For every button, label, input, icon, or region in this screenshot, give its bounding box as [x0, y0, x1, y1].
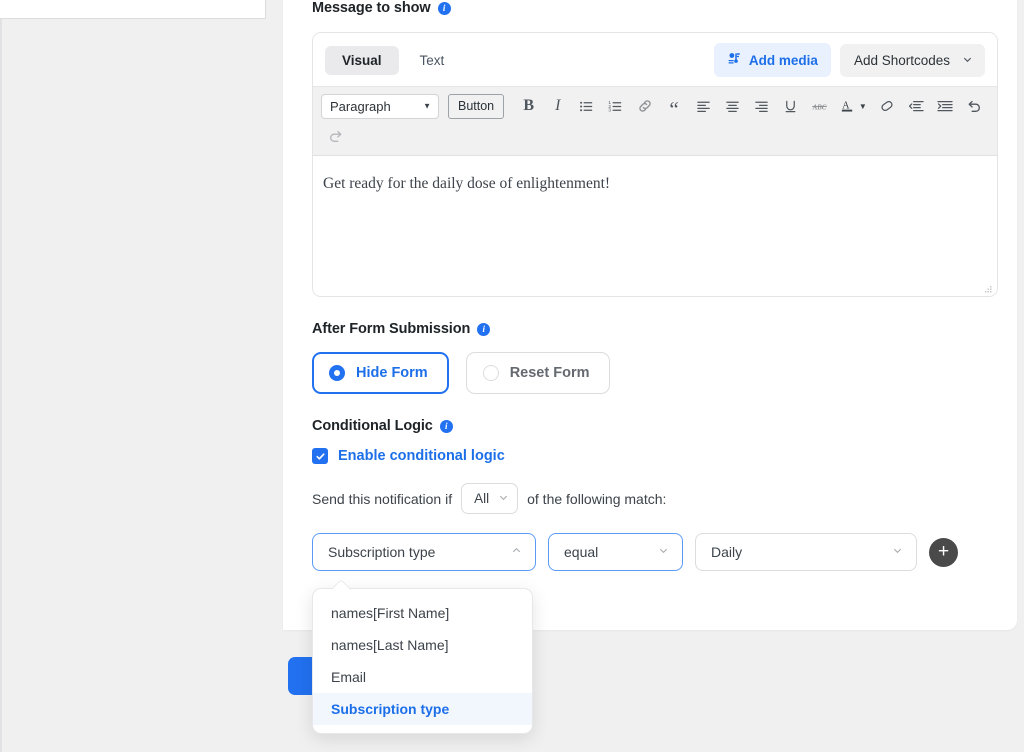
undo-icon[interactable] — [960, 92, 989, 120]
blockquote-icon[interactable]: “ — [659, 92, 688, 120]
italic-icon[interactable]: I — [543, 92, 572, 120]
bold-icon[interactable]: B — [514, 92, 543, 120]
message-to-show-text: Message to show — [312, 0, 431, 16]
toolbar-row-2 — [321, 121, 989, 151]
match-mode-value: All — [474, 491, 489, 506]
chevron-down-icon — [892, 545, 903, 559]
condition-sentence: Send this notification if All of the fol… — [312, 483, 998, 514]
editor-toolbar: Paragraph ▼ Button B I — [313, 86, 997, 156]
condition-operator-value: equal — [564, 544, 598, 560]
option-reset-form-label: Reset Form — [510, 365, 590, 381]
after-form-submission-text: After Form Submission — [312, 321, 470, 337]
svg-text:3: 3 — [609, 107, 612, 112]
enable-conditional-logic-label: Enable conditional logic — [338, 448, 505, 464]
align-center-icon[interactable] — [718, 92, 747, 120]
after-submission-options: Hide Form Reset Form — [312, 352, 998, 394]
editor-content[interactable]: Get ready for the daily dose of enlighte… — [313, 156, 997, 297]
add-condition-button[interactable]: + — [929, 538, 958, 567]
add-shortcodes-label: Add Shortcodes — [854, 53, 950, 68]
paragraph-format-select-wrap: Paragraph ▼ — [321, 94, 439, 119]
settings-content-card: Message to show i Visual Text — [283, 0, 1017, 630]
align-left-icon[interactable] — [689, 92, 718, 120]
menu-item-first-name[interactable]: names[First Name] — [313, 597, 532, 629]
match-mode-select[interactable]: All — [461, 483, 518, 514]
info-icon[interactable]: i — [438, 2, 451, 15]
editor-top-bar: Visual Text — [313, 33, 997, 86]
info-icon[interactable]: i — [440, 420, 453, 433]
menu-item-email[interactable]: Email — [313, 661, 532, 693]
app-root: Message to show i Visual Text — [0, 0, 1024, 752]
sentence-suffix: of the following match: — [527, 491, 666, 507]
menu-item-subscription-type[interactable]: Subscription type — [313, 693, 532, 725]
condition-field-dropdown-menu: names[First Name] names[Last Name] Email… — [312, 588, 533, 734]
chevron-down-icon — [498, 492, 509, 506]
enable-conditional-logic-row[interactable]: Enable conditional logic — [312, 448, 998, 464]
add-media-button[interactable]: Add media — [714, 43, 831, 77]
toolbar-row-1: Paragraph ▼ Button B I — [321, 91, 989, 121]
condition-field-select[interactable]: Subscription type — [312, 533, 536, 571]
option-hide-form-label: Hide Form — [356, 365, 428, 381]
condition-value-text: Daily — [711, 544, 742, 560]
checkbox-checked-icon[interactable] — [312, 448, 328, 464]
sentence-prefix: Send this notification if — [312, 491, 452, 507]
editor-actions: Add media Add Shortcodes — [714, 43, 985, 77]
rich-text-editor: Visual Text — [312, 32, 998, 297]
message-to-show-label: Message to show i — [312, 0, 998, 16]
media-icon — [727, 51, 742, 69]
editor-mode-tabs: Visual Text — [325, 46, 461, 75]
chevron-up-icon — [511, 545, 522, 559]
tab-text[interactable]: Text — [403, 46, 462, 75]
condition-field-value: Subscription type — [328, 544, 435, 560]
numbered-list-icon[interactable]: 1 2 3 — [601, 92, 630, 120]
decrease-indent-icon[interactable] — [902, 92, 931, 120]
chevron-down-icon — [962, 53, 973, 68]
underline-icon[interactable] — [776, 92, 805, 120]
redo-icon[interactable] — [321, 122, 351, 150]
add-shortcodes-button[interactable]: Add Shortcodes — [840, 44, 985, 77]
strikethrough-icon[interactable]: ABC — [805, 92, 834, 120]
radio-unselected-icon — [483, 365, 499, 381]
text-color-caret-icon: ▼ — [859, 102, 867, 111]
chevron-down-icon — [658, 545, 669, 559]
add-media-label: Add media — [749, 53, 818, 68]
condition-value-select[interactable]: Daily — [695, 533, 917, 571]
bulleted-list-icon[interactable] — [572, 92, 601, 120]
conditional-logic-text: Conditional Logic — [312, 418, 433, 434]
top-left-panel — [0, 0, 266, 19]
info-icon[interactable]: i — [477, 323, 490, 336]
link-icon[interactable] — [630, 92, 659, 120]
option-reset-form[interactable]: Reset Form — [466, 352, 611, 394]
align-right-icon[interactable] — [747, 92, 776, 120]
menu-item-last-name[interactable]: names[Last Name] — [313, 629, 532, 661]
left-rail — [0, 19, 2, 752]
clear-formatting-icon[interactable] — [873, 92, 902, 120]
tab-visual[interactable]: Visual — [325, 46, 399, 75]
insert-button-tool[interactable]: Button — [448, 94, 504, 119]
condition-operator-select[interactable]: equal — [548, 533, 683, 571]
radio-selected-icon — [329, 365, 345, 381]
text-color-icon[interactable]: A ▼ — [834, 92, 873, 120]
svg-text:ABC: ABC — [811, 104, 826, 111]
paragraph-format-select[interactable]: Paragraph — [321, 94, 439, 119]
option-hide-form[interactable]: Hide Form — [312, 352, 449, 394]
after-form-submission-label: After Form Submission i — [312, 321, 998, 337]
conditional-logic-label: Conditional Logic i — [312, 418, 998, 434]
increase-indent-icon[interactable] — [931, 92, 960, 120]
resize-handle-icon[interactable] — [982, 282, 993, 293]
condition-rule-row: Subscription type equal — [312, 533, 998, 571]
